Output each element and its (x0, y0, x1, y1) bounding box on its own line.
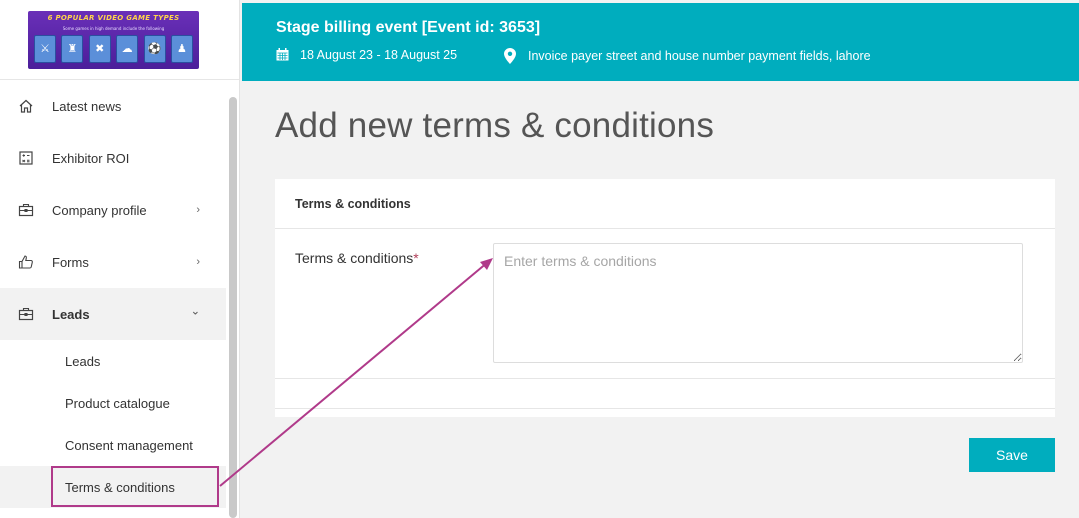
annotation-highlight-box (51, 466, 219, 507)
sidebar-item-forms[interactable]: Forms › (0, 236, 226, 288)
logo-tile: ♜ (61, 34, 84, 63)
sidebar-item-label: Exhibitor ROI (52, 150, 130, 166)
event-logo[interactable]: 6 POPULAR VIDEO GAME TYPES Some games in… (28, 10, 199, 69)
sidebar-item-label: Latest news (52, 98, 122, 114)
divider (275, 378, 1055, 379)
chevron-right-icon: › (196, 204, 200, 216)
event-location: Invoice payer street and house number pa… (504, 48, 871, 64)
briefcase-icon (17, 201, 35, 219)
sidebar-item-label: Forms (52, 254, 89, 270)
event-dates: 18 August 23 - 18 August 25 (276, 48, 457, 62)
save-button[interactable]: Save (969, 438, 1055, 472)
terms-field-label: Terms & conditions* (295, 250, 419, 266)
event-header: Stage billing event [Event id: 3653] 18 … (242, 3, 1079, 81)
logo-tile: ✖ (88, 34, 111, 63)
sidebar: 6 POPULAR VIDEO GAME TYPES Some games in… (0, 0, 240, 518)
event-dates-text: 18 August 23 - 18 August 25 (300, 48, 458, 62)
event-location-text: Invoice payer street and house number pa… (528, 49, 871, 63)
logo-tile: ♟ (170, 34, 193, 63)
divider (275, 408, 1055, 409)
sidebar-scrollbar[interactable] (229, 97, 237, 518)
chevron-right-icon: › (196, 256, 200, 268)
terms-textarea[interactable] (493, 243, 1023, 363)
terms-field-label-text: Terms & conditions (295, 250, 414, 266)
logo-tile: ⚽ (143, 34, 166, 63)
event-title: Stage billing event [Event id: 3653] (276, 19, 541, 36)
sidebar-nav: Latest news Exhibitor ROI Company profil… (0, 80, 239, 508)
logo-tile: ☁ (116, 34, 139, 63)
sidebar-item-leads[interactable]: Leads ⌄ (0, 288, 226, 340)
terms-form-card: Terms & conditions Terms & conditions* (275, 179, 1055, 417)
sidebar-subitem-label: Consent management (65, 437, 193, 453)
logo-tiles: ⚔ ♜ ✖ ☁ ⚽ ♟ (34, 34, 193, 63)
sidebar-subitem-label: Leads (65, 353, 101, 369)
chevron-down-icon: ⌄ (190, 305, 200, 318)
sidebar-subitem-label: Product catalogue (65, 395, 170, 411)
sidebar-item-latest-news[interactable]: Latest news (0, 80, 226, 132)
required-mark: * (413, 250, 419, 266)
calendar-icon (276, 48, 290, 62)
sidebar-subitem-consent-management[interactable]: Consent management (0, 424, 226, 466)
calculator-icon (17, 149, 35, 167)
sidebar-item-company-profile[interactable]: Company profile › (0, 184, 226, 236)
sidebar-item-exhibitor-roi[interactable]: Exhibitor ROI (0, 132, 226, 184)
logo-title: 6 POPULAR VIDEO GAME TYPES (47, 13, 180, 22)
thumbs-up-icon (17, 253, 35, 271)
logo-area: 6 POPULAR VIDEO GAME TYPES Some games in… (0, 0, 239, 80)
logo-tile: ⚔ (34, 34, 56, 63)
sidebar-item-label: Company profile (52, 202, 147, 218)
home-icon (17, 97, 35, 115)
sidebar-subitem-leads[interactable]: Leads (0, 340, 226, 382)
briefcase-icon (17, 305, 35, 323)
sidebar-item-label: Leads (52, 306, 90, 322)
section-title: Terms & conditions (275, 179, 1055, 229)
location-pin-icon (504, 48, 516, 64)
page-title: Add new terms & conditions (275, 106, 715, 145)
sidebar-subitem-product-catalogue[interactable]: Product catalogue (0, 382, 226, 424)
logo-subtitle: Some games in high demand include the fo… (62, 25, 165, 31)
